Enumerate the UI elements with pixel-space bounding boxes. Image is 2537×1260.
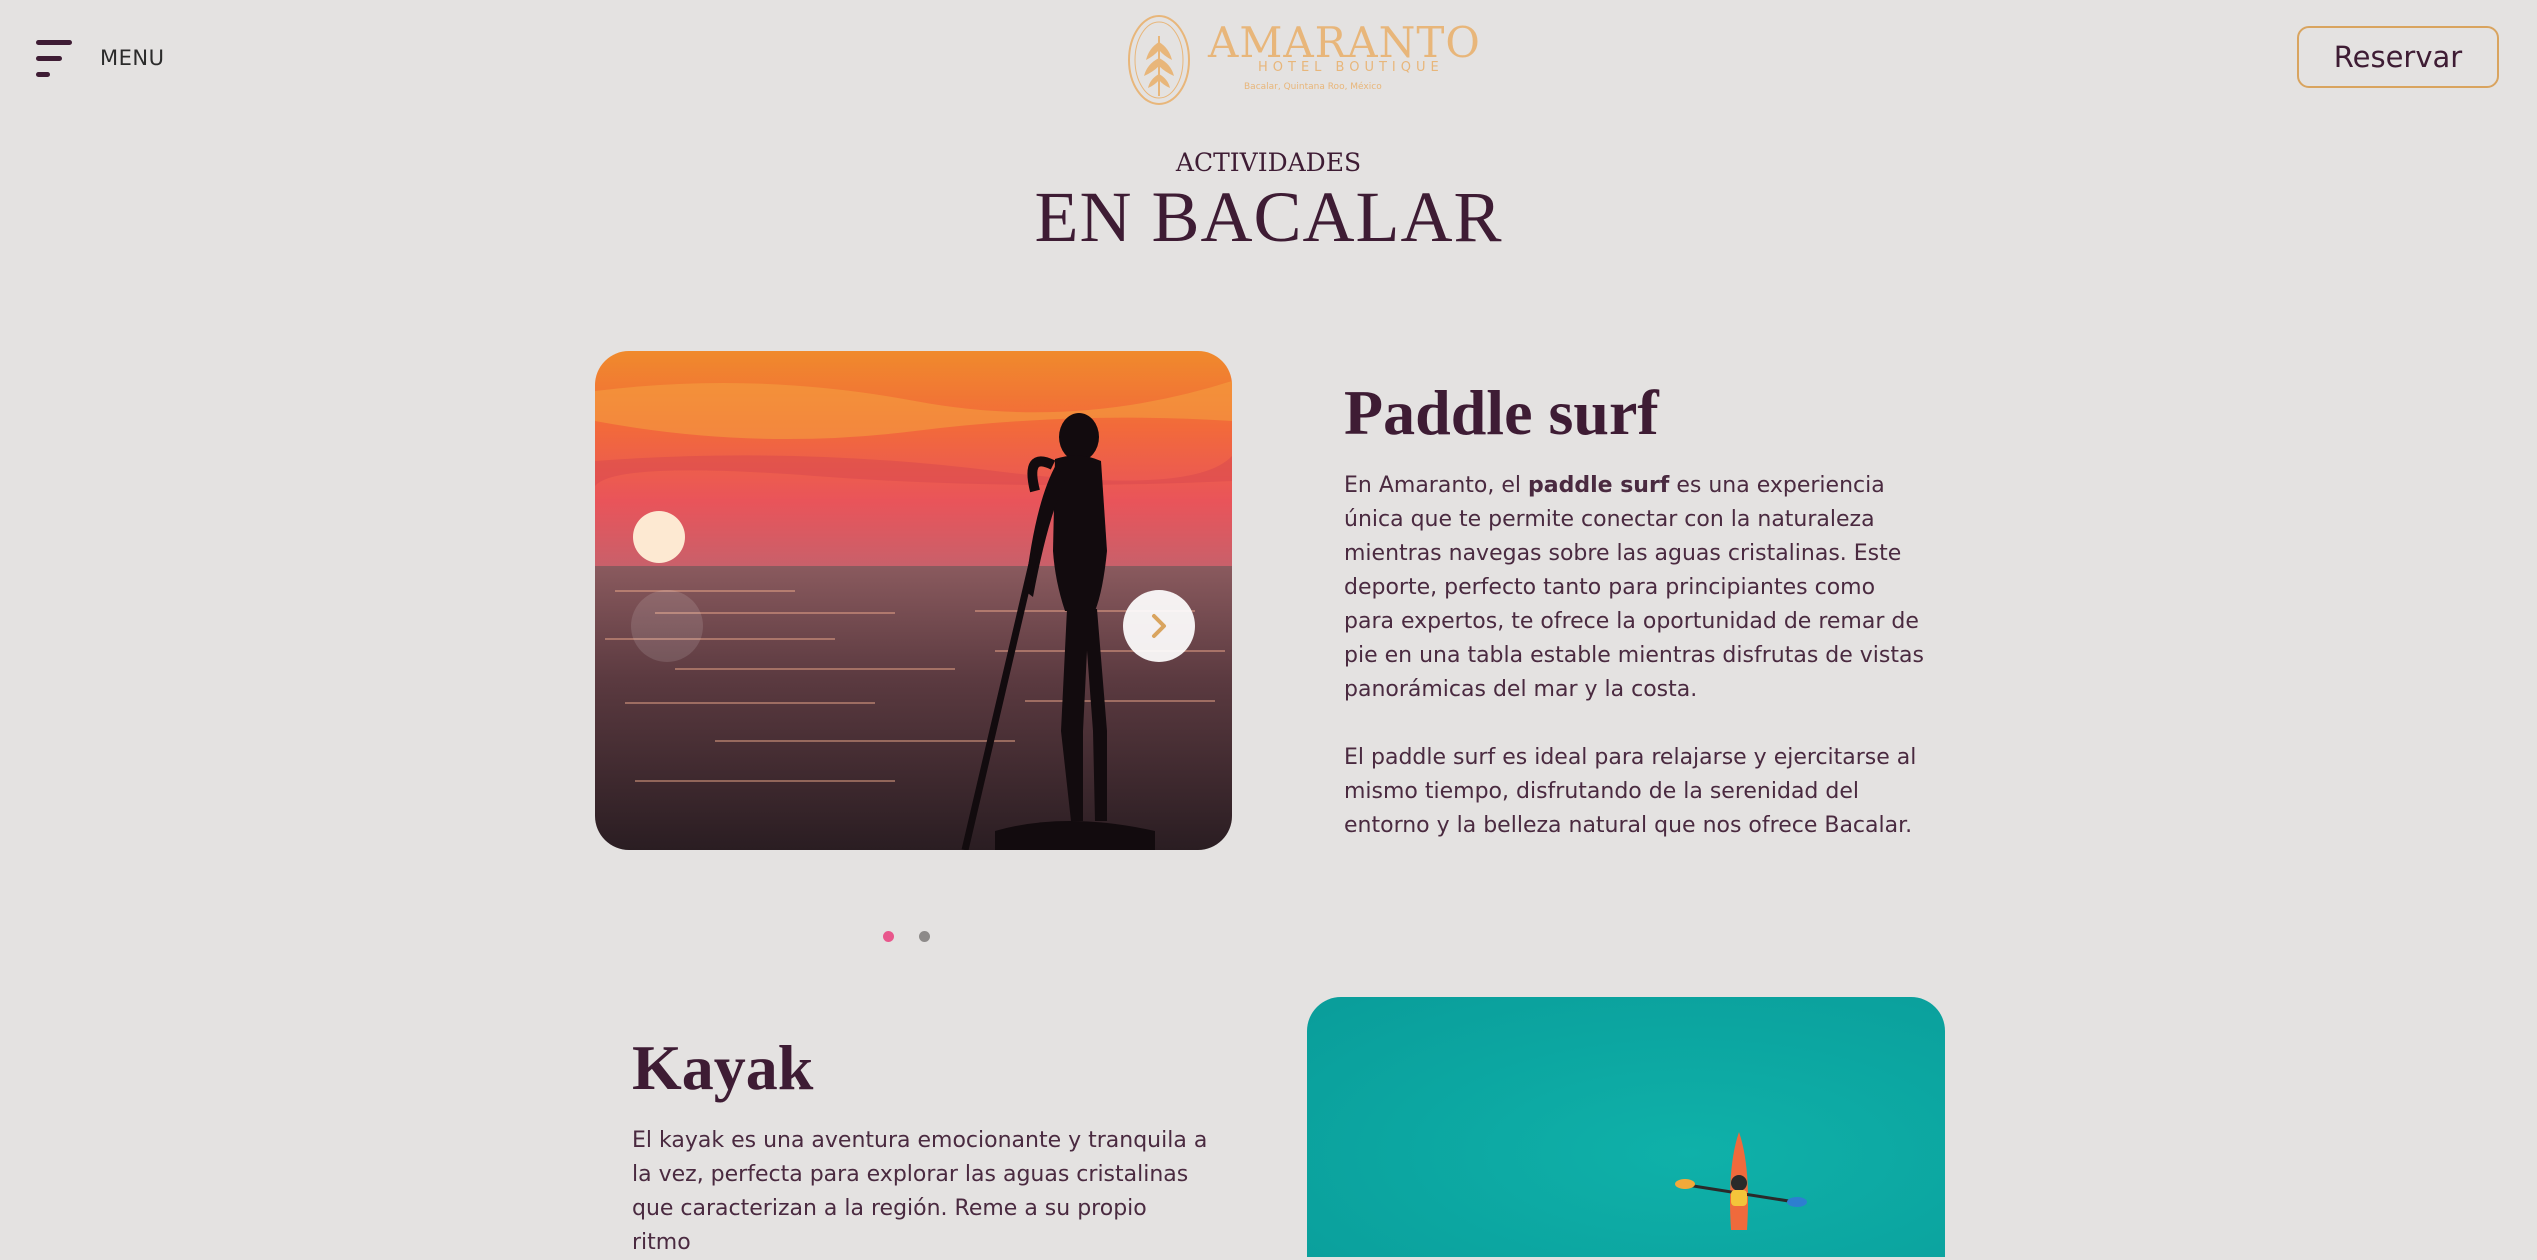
paragraph-bold-text: paddle surf: [1527, 473, 1670, 498]
paddle-surf-carousel[interactable]: [595, 351, 1232, 850]
paddle-surf-paragraph-1: En Amaranto, el paddle surf es una exper…: [1344, 469, 1924, 707]
carousel-prev-button[interactable]: [631, 590, 703, 662]
activity-description-kayak: El kayak es una aventura emocionante y t…: [632, 1124, 1212, 1260]
paragraph-text: En Amaranto, el: [1344, 473, 1528, 498]
site-header: MENU AMARANTO HOTEL BOUTIQUE Bacalar, Qu…: [0, 0, 2537, 120]
carousel-dot-1[interactable]: [883, 931, 894, 942]
carousel-dot-2[interactable]: [919, 931, 930, 942]
activity-description-paddle-surf: En Amaranto, el paddle surf es una exper…: [1344, 469, 1924, 843]
carousel-pagination: [883, 931, 963, 947]
section-kicker: ACTIVIDADES: [1175, 148, 1362, 177]
paragraph-text: es una experiencia única que te permite …: [1344, 473, 1924, 702]
leaf-seal-icon: [1128, 15, 1190, 105]
menu-label: MENU: [100, 46, 165, 70]
chevron-right-icon: [1152, 614, 1166, 638]
menu-button[interactable]: MENU: [36, 38, 196, 82]
carousel-next-button[interactable]: [1123, 590, 1195, 662]
hotel-logo[interactable]: AMARANTO HOTEL BOUTIQUE Bacalar, Quintan…: [1124, 12, 1480, 108]
paddle-surf-paragraph-2: El paddle surf es ideal para relajarse y…: [1344, 745, 1917, 838]
reserve-button[interactable]: Reservar: [2297, 26, 2499, 88]
logo-location: Bacalar, Quintana Roo, México: [1244, 82, 1382, 92]
activity-title-paddle-surf: Paddle surf: [1344, 377, 1659, 448]
kayak-photo-graphic: [1307, 997, 1945, 1257]
activity-title-kayak: Kayak: [632, 1032, 814, 1103]
kayak-paragraph-1: El kayak es una aventura emocionante y t…: [632, 1128, 1208, 1255]
logo-subtitle: HOTEL BOUTIQUE: [1258, 60, 1444, 75]
kayak-photo[interactable]: [1307, 997, 1945, 1257]
hamburger-menu-icon[interactable]: [36, 40, 76, 78]
page-title: EN BACALAR: [1034, 177, 1503, 257]
